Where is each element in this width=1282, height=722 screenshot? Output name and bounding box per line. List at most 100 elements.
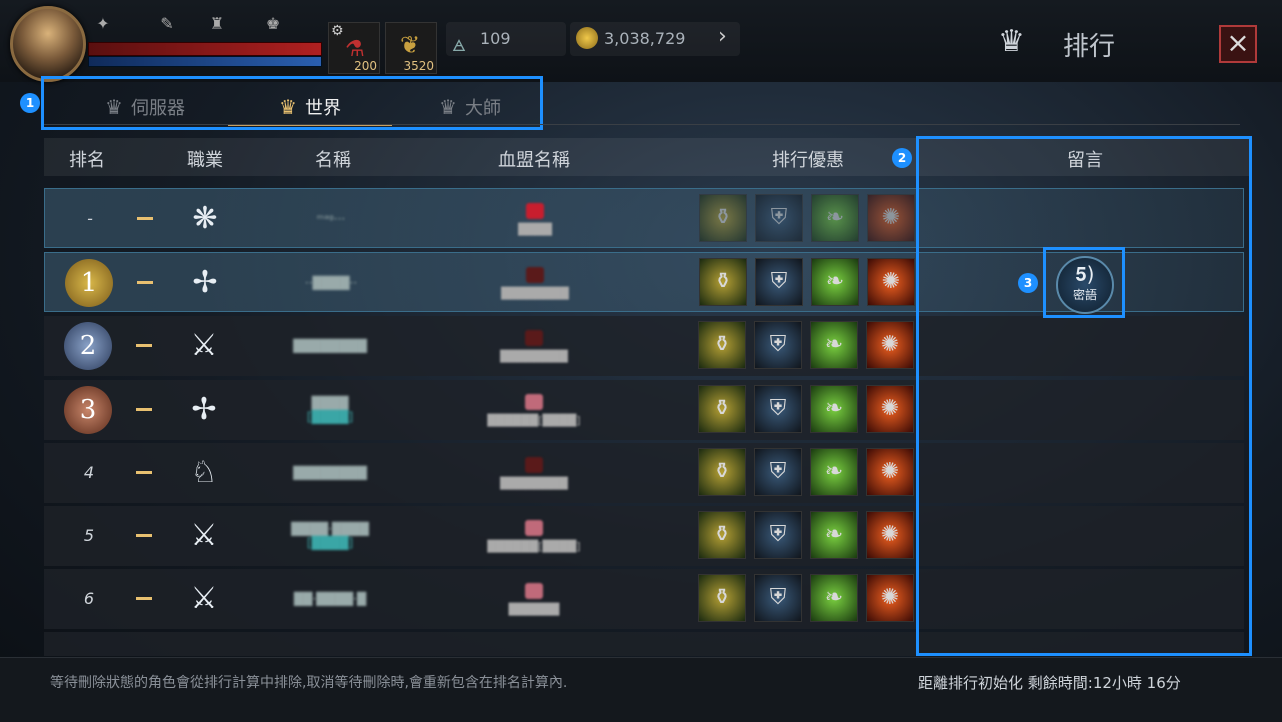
rank-change-icon [136, 597, 152, 600]
gear-icon[interactable]: ⚙ [331, 23, 344, 39]
rank-medal: 3 [64, 386, 112, 434]
guild-emblem-icon [525, 329, 543, 346]
shield-reward-icon[interactable]: ⛨ [754, 511, 802, 559]
shield-reward-icon[interactable]: ⛨ [754, 321, 802, 369]
wing-icon: 🜁 [452, 36, 466, 55]
mp-bar [88, 56, 322, 67]
guild-emblem-icon [525, 456, 543, 473]
rank-number: 4 [83, 463, 95, 482]
tab-world[interactable]: ♛ 世界 [228, 90, 392, 126]
leaf-icon: ❦ [400, 31, 421, 59]
ranking-trophy-icon: ♛ [998, 24, 1025, 59]
fire-reward-icon[interactable]: ✺ [866, 574, 914, 622]
guild-name: ██████[████] [487, 413, 581, 427]
tab-master-label: 大師 [464, 98, 501, 119]
treasure-reward-icon[interactable]: ⚱ [698, 448, 746, 496]
guild-name: ████████ [501, 286, 569, 300]
guild-name: ████████ [500, 476, 568, 490]
character-avatar[interactable] [10, 6, 86, 82]
leaf-reward-icon[interactable]: ❧ [811, 194, 859, 242]
fire-reward-icon[interactable]: ✺ [867, 258, 915, 306]
header-rank: 排名 [69, 150, 105, 171]
tab-server-label: 伺服器 [130, 98, 185, 119]
character-name[interactable]: ████·████ [████] [260, 506, 400, 566]
whisper-button[interactable]: 𝟓) 密語 [1056, 256, 1114, 314]
armor-icon[interactable]: ♜ [206, 14, 228, 36]
close-button[interactable]: × [1219, 25, 1257, 63]
fire-reward-icon[interactable]: ✺ [866, 448, 914, 496]
character-name[interactable]: ████ [████] [260, 380, 400, 440]
character-name[interactable]: ··████·· [261, 253, 401, 313]
reward-icons: ⚱ ⛨ ❧ ✺ [698, 511, 914, 559]
shield-reward-icon[interactable]: ⛨ [755, 194, 803, 242]
guild-cell: ██████[████] [464, 384, 604, 436]
leaf-reward-icon[interactable]: ❧ [810, 574, 858, 622]
fire-reward-icon[interactable]: ✺ [867, 194, 915, 242]
leaf-reward-icon[interactable]: ❧ [810, 511, 858, 559]
leaf-reward-icon[interactable]: ❧ [810, 385, 858, 433]
quill-icon[interactable]: ✎ [156, 14, 178, 36]
guild-cell: ████████ [465, 257, 605, 309]
shield-reward-icon[interactable]: ⛨ [754, 574, 802, 622]
reward-icons: ⚱ ⛨ ❧ ✺ [699, 258, 915, 306]
name-tag: [████] [306, 536, 354, 550]
name-text: ████████ [293, 466, 367, 480]
leaf-slot[interactable]: ❦ 3520 [385, 22, 437, 74]
tab-world-label: 世界 [304, 98, 341, 119]
name-text: ██·████·█ [293, 592, 367, 606]
gold-coin-icon [576, 27, 598, 49]
leaf-reward-icon[interactable]: ❧ [811, 258, 859, 306]
guild-cell: ████ [465, 193, 605, 245]
archer-icon: ✢ [191, 392, 217, 427]
character-name[interactable]: ᵐᵃᵍ··· [261, 189, 401, 249]
page-title: 排行 [1063, 32, 1116, 62]
treasure-reward-icon[interactable]: ⚱ [699, 258, 747, 306]
fire-reward-icon[interactable]: ✺ [866, 511, 914, 559]
callout-box-message-column [916, 136, 1252, 656]
tab-master[interactable]: ♛ 大師 [400, 90, 540, 124]
treasure-reward-icon[interactable]: ⚱ [698, 385, 746, 433]
name-text: ████·████ [291, 522, 369, 536]
character-name[interactable]: ████████ [260, 316, 400, 376]
wing-currency: 🜁 109 [446, 22, 566, 56]
character-name[interactable]: ██·████·█ [260, 569, 400, 629]
treasure-reward-icon[interactable]: ⚱ [698, 511, 746, 559]
name-text: ··████·· [304, 276, 358, 290]
fire-reward-icon[interactable]: ✺ [866, 321, 914, 369]
boost-icon[interactable]: ✦ [92, 14, 114, 36]
archer-icon: ✢ [192, 265, 218, 300]
rank-change-icon [137, 281, 153, 284]
shield-reward-icon[interactable]: ⛨ [754, 385, 802, 433]
rank-change-icon [136, 408, 152, 411]
shield-reward-icon[interactable]: ⛨ [754, 448, 802, 496]
header-guild: 血盟名稱 [498, 150, 570, 171]
rank-change-icon [136, 534, 152, 537]
header-job: 職業 [187, 150, 223, 171]
mage-icon: ❋ [192, 201, 218, 236]
leaf-reward-icon[interactable]: ❧ [810, 321, 858, 369]
guild-emblem-icon [525, 519, 543, 536]
potion-slot[interactable]: ⚙ ⚗ 200 [328, 22, 380, 74]
leaf-reward-icon[interactable]: ❧ [810, 448, 858, 496]
trophy-icon[interactable]: ♚ [262, 14, 284, 36]
gold-currency-value: 3,038,729 [604, 29, 686, 48]
treasure-reward-icon[interactable]: ⚱ [698, 574, 746, 622]
chevron-right-icon[interactable]: › [718, 24, 727, 49]
whisper-label: 密語 [1072, 288, 1097, 302]
guild-emblem-icon [525, 582, 543, 599]
treasure-reward-icon[interactable]: ⚱ [698, 321, 746, 369]
fire-reward-icon[interactable]: ✺ [866, 385, 914, 433]
reward-icons: ⚱ ⛨ ❧ ✺ [698, 385, 914, 433]
sword-icon: ⚔ [190, 518, 218, 553]
callout-badge-1: 1 [20, 93, 40, 113]
treasure-reward-icon[interactable]: ⚱ [699, 194, 747, 242]
rank-change-icon [136, 471, 152, 474]
shield-reward-icon[interactable]: ⛨ [755, 258, 803, 306]
hp-bar [88, 42, 322, 56]
sword-icon: ⚔ [190, 328, 218, 363]
wing-currency-value: 109 [480, 29, 511, 48]
tab-server[interactable]: ♛ 伺服器 [70, 90, 220, 124]
guild-emblem-icon [526, 266, 544, 283]
character-name[interactable]: ████████ [260, 443, 400, 503]
guild-cell: ████████ [464, 447, 604, 499]
